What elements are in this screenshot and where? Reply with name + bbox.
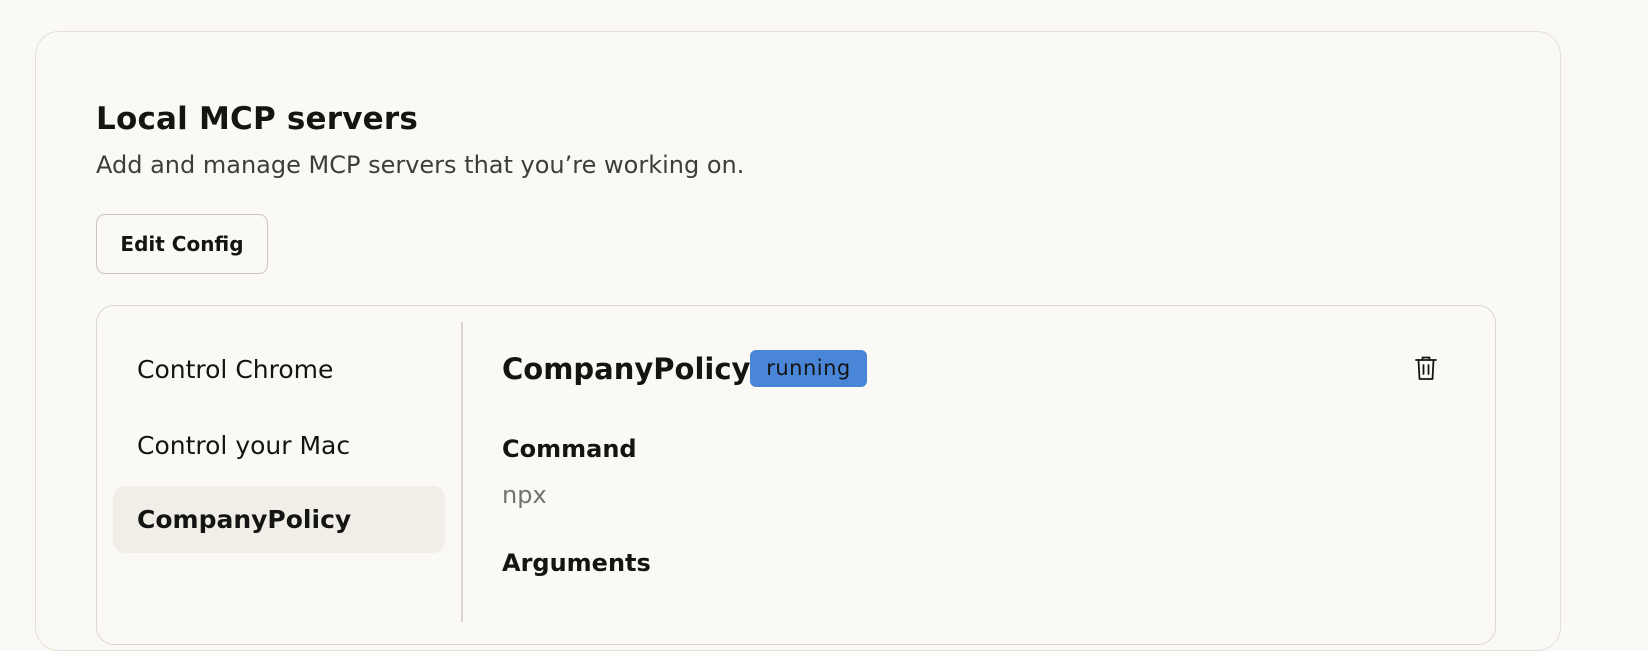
edit-config-button[interactable]: Edit Config xyxy=(96,214,268,274)
sidebar-item-companypolicy[interactable]: CompanyPolicy xyxy=(113,486,445,553)
panel-divider xyxy=(461,322,463,622)
command-label: Command xyxy=(502,435,637,463)
server-name-heading: CompanyPolicy xyxy=(502,352,751,386)
delete-server-button[interactable] xyxy=(1410,352,1442,384)
section-title: Local MCP servers xyxy=(96,101,419,137)
sidebar-item-label: CompanyPolicy xyxy=(137,505,352,534)
sidebar-item-control-chrome[interactable]: Control Chrome xyxy=(113,336,445,403)
sidebar-item-control-your-mac[interactable]: Control your Mac xyxy=(113,412,445,479)
sidebar-item-label: Control your Mac xyxy=(137,431,351,460)
arguments-label: Arguments xyxy=(502,549,651,577)
section-subtitle: Add and manage MCP servers that you’re w… xyxy=(96,151,745,179)
sidebar-item-label: Control Chrome xyxy=(137,355,334,384)
command-value: npx xyxy=(502,481,547,509)
status-badge: running xyxy=(750,350,867,387)
trash-icon xyxy=(1415,356,1437,380)
